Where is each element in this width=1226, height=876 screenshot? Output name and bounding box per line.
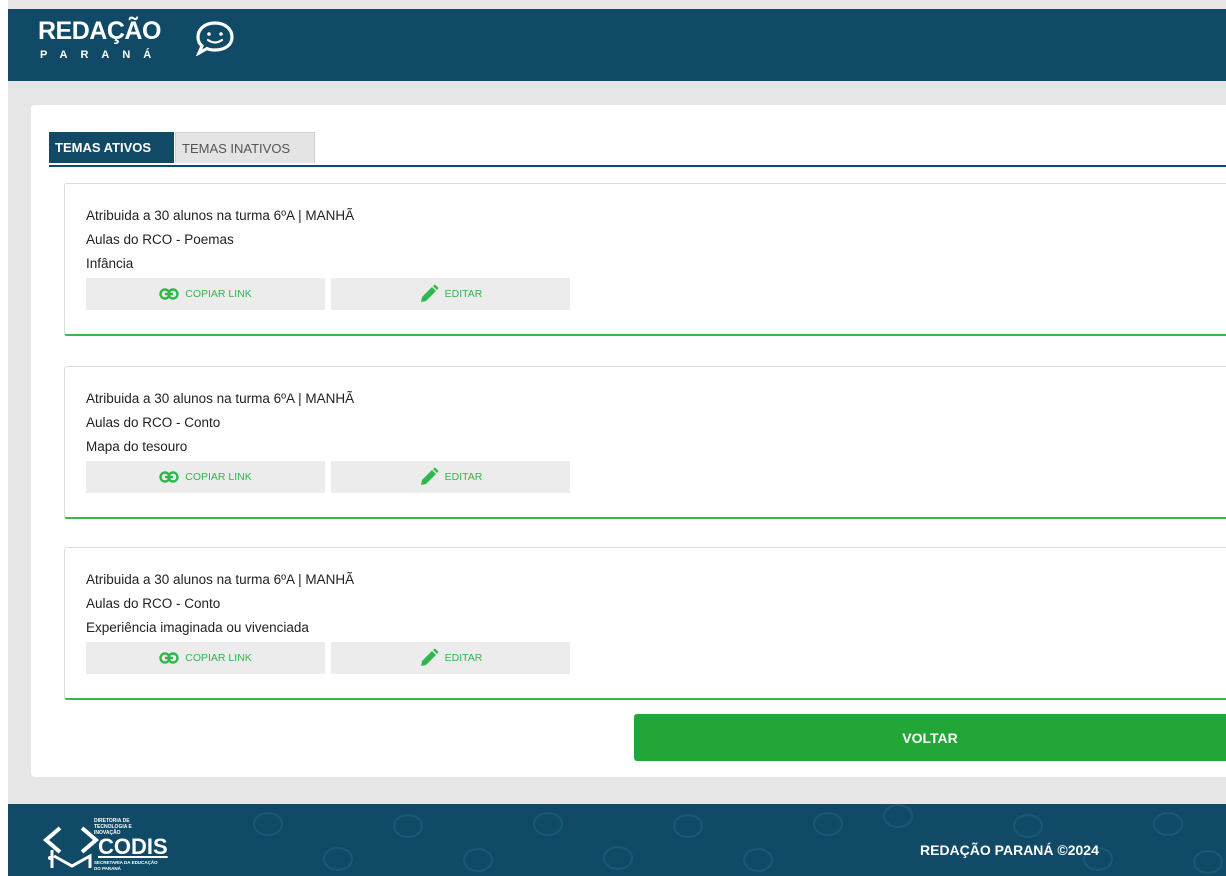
course-text: Aulas do RCO - Conto xyxy=(86,415,221,430)
redacao-parana-logo[interactable]: REDAÇÃO PARANÁ xyxy=(38,15,278,75)
logo-subtext: PARANÁ xyxy=(40,49,165,61)
back-button[interactable]: VOLTAR xyxy=(634,714,1226,761)
codis-logo[interactable]: DIRETORIA DE TECNOLOGIA E INOVAÇÃO CODIS… xyxy=(38,812,238,874)
copy-link-label: COPIAR LINK xyxy=(185,652,252,664)
theme-card: Atribuida a 30 alunos na turma 6ºA | MAN… xyxy=(64,183,1226,336)
chat-bubble-icon xyxy=(195,21,234,56)
edit-button[interactable]: EDITAR xyxy=(331,461,570,493)
codis-bottom-text: SECRETARIA DA EDUCAÇÃO DO PARANÁ xyxy=(94,860,158,871)
edit-button[interactable]: EDITAR xyxy=(331,642,570,674)
copy-link-button[interactable]: COPIAR LINK xyxy=(86,642,325,674)
assignment-text: Atribuida a 30 alunos na turma 6ºA | MAN… xyxy=(86,391,355,406)
codis-name: CODIS xyxy=(98,834,168,859)
top-header: REDAÇÃO PARANÁ xyxy=(8,9,1226,81)
copy-link-label: COPIAR LINK xyxy=(185,471,252,483)
tab-bar: TEMAS ATIVOS TEMAS INATIVOS xyxy=(49,132,1226,167)
link-icon xyxy=(159,288,179,300)
pencil-icon xyxy=(420,648,439,666)
copyright-text: REDAÇÃO PARANÁ ©2024 xyxy=(920,842,1099,858)
link-icon xyxy=(159,652,179,664)
edit-button[interactable]: EDITAR xyxy=(331,278,570,310)
link-icon xyxy=(159,471,179,483)
theme-card: Atribuida a 30 alunos na turma 6ºA | MAN… xyxy=(64,366,1226,519)
theme-title: Experiência imaginada ou vivenciada xyxy=(86,620,309,635)
course-text: Aulas do RCO - Conto xyxy=(86,596,221,611)
pencil-icon xyxy=(420,467,439,485)
main-panel: TEMAS ATIVOS TEMAS INATIVOS Atribuida a … xyxy=(31,105,1226,777)
edit-label: EDITAR xyxy=(444,288,483,300)
tab-temas-inativos[interactable]: TEMAS INATIVOS xyxy=(175,132,315,163)
course-text: Aulas do RCO - Poemas xyxy=(86,232,234,247)
theme-title: Infância xyxy=(86,256,134,271)
assignment-text: Atribuida a 30 alunos na turma 6ºA | MAN… xyxy=(86,208,355,223)
copy-link-button[interactable]: COPIAR LINK xyxy=(86,461,325,493)
assignment-text: Atribuida a 30 alunos na turma 6ºA | MAN… xyxy=(86,572,355,587)
theme-card: Atribuida a 30 alunos na turma 6ºA | MAN… xyxy=(64,547,1226,700)
edit-label: EDITAR xyxy=(444,652,483,664)
pencil-icon xyxy=(420,284,439,302)
copy-link-button[interactable]: COPIAR LINK xyxy=(86,278,325,310)
copy-link-label: COPIAR LINK xyxy=(185,288,252,300)
theme-title: Mapa do tesouro xyxy=(86,439,188,454)
site-footer: DIRETORIA DE TECNOLOGIA E INOVAÇÃO CODIS… xyxy=(8,804,1226,876)
logo-text: REDAÇÃO xyxy=(38,17,161,45)
left-edge xyxy=(0,0,8,876)
edit-label: EDITAR xyxy=(444,471,483,483)
tab-temas-ativos[interactable]: TEMAS ATIVOS xyxy=(49,132,174,163)
